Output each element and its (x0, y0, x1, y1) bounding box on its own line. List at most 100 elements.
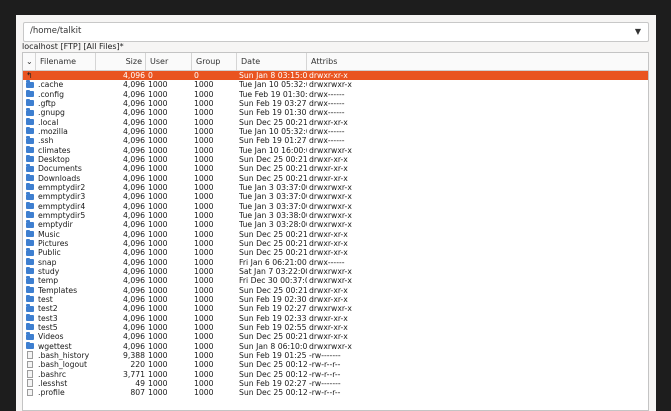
group-cell: 1000 (194, 80, 214, 90)
column-header-date[interactable]: Date (237, 53, 307, 70)
size-cell: 49 (135, 378, 145, 388)
table-row[interactable]: .bash_logout22010001000Sun Dec 25 00:12:… (23, 360, 648, 369)
table-row[interactable]: test3 4,096 1000 1000 Sun Feb 19 02:33:0 drwx… (23, 313, 648, 323)
filename-cell: emmptydir5 (38, 210, 86, 220)
filename-cell: climates (38, 145, 71, 155)
user-cell: 1000 (148, 89, 168, 99)
table-row[interactable]: climates 4,096 1000 1000 Tue Jan 10 16:00:0 d… (23, 145, 648, 155)
table-row[interactable]: Templates4,09610001000Sun Dec 25 00:21:0… (23, 285, 648, 295)
folder-icon (26, 89, 34, 98)
table-row[interactable]: study 4,096 1000 1000 Sat Jan 7 03:22:00 drwx… (23, 266, 648, 276)
column-header-group[interactable]: Group (192, 53, 237, 70)
folder-icon (26, 98, 34, 107)
user-cell: 1000 (148, 182, 168, 192)
table-row[interactable]: Documents4,09610001000Sun Dec 25 00:21:0… (23, 164, 648, 173)
user-cell: 1000 (148, 173, 168, 183)
folder-icon (26, 80, 34, 88)
table-row[interactable]: .ssh 4,096 1000 1000 Sun Feb 19 01:27:0 drwx-… (23, 136, 648, 145)
table-row[interactable]: test 4,096 1000 1000 Sun Feb 19 02:30:0 drwxr… (23, 294, 648, 304)
attribs-cell: -rw------- (309, 378, 341, 388)
attribs-cell: drwxrwxr-x (309, 341, 352, 351)
column-header-attribs[interactable]: Attribs (307, 53, 648, 70)
table-row[interactable]: test5 4,096 1000 1000 Sun Feb 19 02:55:0 drwx… (23, 322, 648, 332)
table-row[interactable]: .bash_history 9,388 1000 1000 Sun Feb 19 01:… (23, 351, 648, 360)
group-cell: 1000 (194, 322, 214, 332)
chevron-down-icon[interactable]: ▼ (630, 25, 646, 39)
attribs-cell: drwxr-xr-x (309, 322, 348, 332)
table-row[interactable]: .config 4,096 1000 1000 Tue Feb 19 01:30:0 dr… (23, 89, 648, 99)
user-cell: 1000 (148, 98, 168, 108)
date-cell: Sun Feb 19 03:27:0 (239, 98, 307, 108)
date-cell: Sun Feb 19 02:27:0 (239, 378, 307, 388)
table-row[interactable]: .gftp 4,096 1000 1000 Sun Feb 19 03:27:0 drwx… (23, 98, 648, 108)
date-cell: Sun Feb 19 02:27:0 (239, 304, 307, 314)
size-cell: 4,096 (122, 220, 145, 230)
user-cell: 1000 (148, 210, 168, 220)
table-row[interactable]: emmptydir4 4,096 1000 1000 Tue Jan 3 03:37:0… (23, 201, 648, 211)
attribs-cell: drwxrwxr-x (309, 304, 352, 314)
row-icon (26, 370, 35, 379)
size-cell: 4,096 (122, 248, 145, 258)
column-header-user[interactable]: User (146, 53, 192, 70)
folder-icon (26, 220, 34, 228)
folder-icon (26, 164, 34, 172)
column-header-filename[interactable]: Filename (36, 53, 96, 70)
group-cell: 1000 (194, 108, 214, 118)
row-icon (26, 89, 35, 99)
date-cell: Sun Dec 25 00:12:0 (239, 360, 307, 370)
user-cell: 1000 (148, 108, 168, 118)
table-row[interactable]: Videos4,09610001000Sun Dec 25 00:21:0drw… (23, 332, 648, 341)
table-row[interactable]: .local4,09610001000Sun Dec 25 00:21:0drw… (23, 117, 648, 127)
sort-indicator-header[interactable]: ⌄ (23, 53, 36, 70)
table-row[interactable]: .cache 4,096 1000 1000 Tue Jan 10 05:32:0 drw… (23, 80, 648, 89)
row-icon (26, 360, 35, 369)
table-row[interactable]: .lesshst 49 1000 1000 Sun Feb 19 02:27:0 -rw-… (23, 379, 648, 388)
user-cell: 1000 (148, 266, 168, 276)
table-row[interactable]: .bashrc3,77110001000Sun Dec 25 00:12:0-r… (23, 370, 648, 379)
size-cell: 4,096 (122, 98, 145, 108)
folder-icon (26, 182, 34, 191)
table-row[interactable]: ↰ 4,096 0 0 Sun Jan 8 03:15:00 drwxr-xr-x (23, 71, 648, 81)
table-row[interactable]: temp4,09610001000Fri Dec 30 00:37:00drwx… (23, 276, 648, 285)
path-combobox[interactable]: /home/talkit ▼ (23, 22, 649, 42)
table-row[interactable]: emptydir 4,096 1000 1000 Tue Jan 3 03:28:00 d… (23, 220, 648, 229)
row-icon (26, 154, 35, 164)
table-row[interactable]: Public4,09610001000Sun Dec 25 00:21:0drw… (23, 248, 648, 257)
date-cell: Sun Dec 25 00:21:0 (239, 332, 307, 342)
user-cell: 0 (148, 71, 153, 80)
column-header-size[interactable]: Size (96, 53, 146, 70)
file-list[interactable]: ⌄ Filename Size User Group Date Attribs … (22, 52, 649, 411)
folder-icon (26, 304, 34, 312)
table-row[interactable]: emmptydir5 4,096 1000 1000 Tue Jan 3 03:38:0… (23, 210, 648, 220)
table-row[interactable]: .gnupg 4,096 1000 1000 Sun Feb 19 01:30:0 drw… (23, 108, 648, 117)
attribs-cell: drwxr-xr-x (309, 313, 348, 323)
table-row[interactable]: emmptydir3 4,096 1000 1000 Tue Jan 3 03:37:0… (23, 192, 648, 201)
table-row[interactable]: emmptydir2 4,096 1000 1000 Tue Jan 3 03:37:0… (23, 182, 648, 192)
path-input[interactable]: /home/talkit (30, 26, 81, 36)
group-cell: 1000 (194, 117, 214, 127)
filename-cell: emptydir (38, 220, 73, 230)
table-row[interactable]: snap 4,096 1000 1000 Fri Jan 6 06:21:00 drwx-… (23, 257, 648, 267)
date-cell: Sun Feb 19 02:55:0 (239, 322, 307, 332)
date-cell: Tue Jan 10 05:32:0 (239, 80, 307, 90)
filename-cell: .bash_logout (38, 360, 88, 370)
date-cell: Sun Dec 25 00:21:0 (239, 248, 307, 258)
filename-cell: wgettest (38, 341, 72, 351)
attribs-cell: -rw-r--r-- (309, 360, 341, 370)
table-row[interactable]: Music4,09610001000Sun Dec 25 00:21:0drwx… (23, 229, 648, 239)
user-cell: 1000 (148, 304, 168, 314)
table-row[interactable]: wgettest 4,096 1000 1000 Sun Jan 8 06:10:00 d… (23, 341, 648, 351)
folder-icon (26, 257, 34, 266)
table-row[interactable]: Pictures4,09610001000Sun Dec 25 00:21:0d… (23, 238, 648, 248)
row-icon: ↰ (26, 71, 35, 80)
attribs-cell: drwxrwxr-x (309, 145, 352, 155)
user-cell: 1000 (148, 388, 168, 398)
table-row[interactable]: Downloads4,09610001000Sun Dec 25 00:21:0… (23, 173, 648, 183)
table-row[interactable]: Desktop4,09610001000Sun Dec 25 00:21:0dr… (23, 154, 648, 164)
folder-icon (26, 201, 34, 210)
table-row[interactable]: .profile80710001000Sun Dec 25 00:12:0-rw… (23, 388, 648, 397)
size-cell: 9,388 (122, 350, 145, 360)
filename-cell: .config (38, 89, 64, 99)
table-row[interactable]: .mozilla 4,096 1000 1000 Tue Jan 10 05:32:0 d… (23, 126, 648, 136)
table-row[interactable]: test2 4,096 1000 1000 Sun Feb 19 02:27:0 drwx… (23, 304, 648, 313)
